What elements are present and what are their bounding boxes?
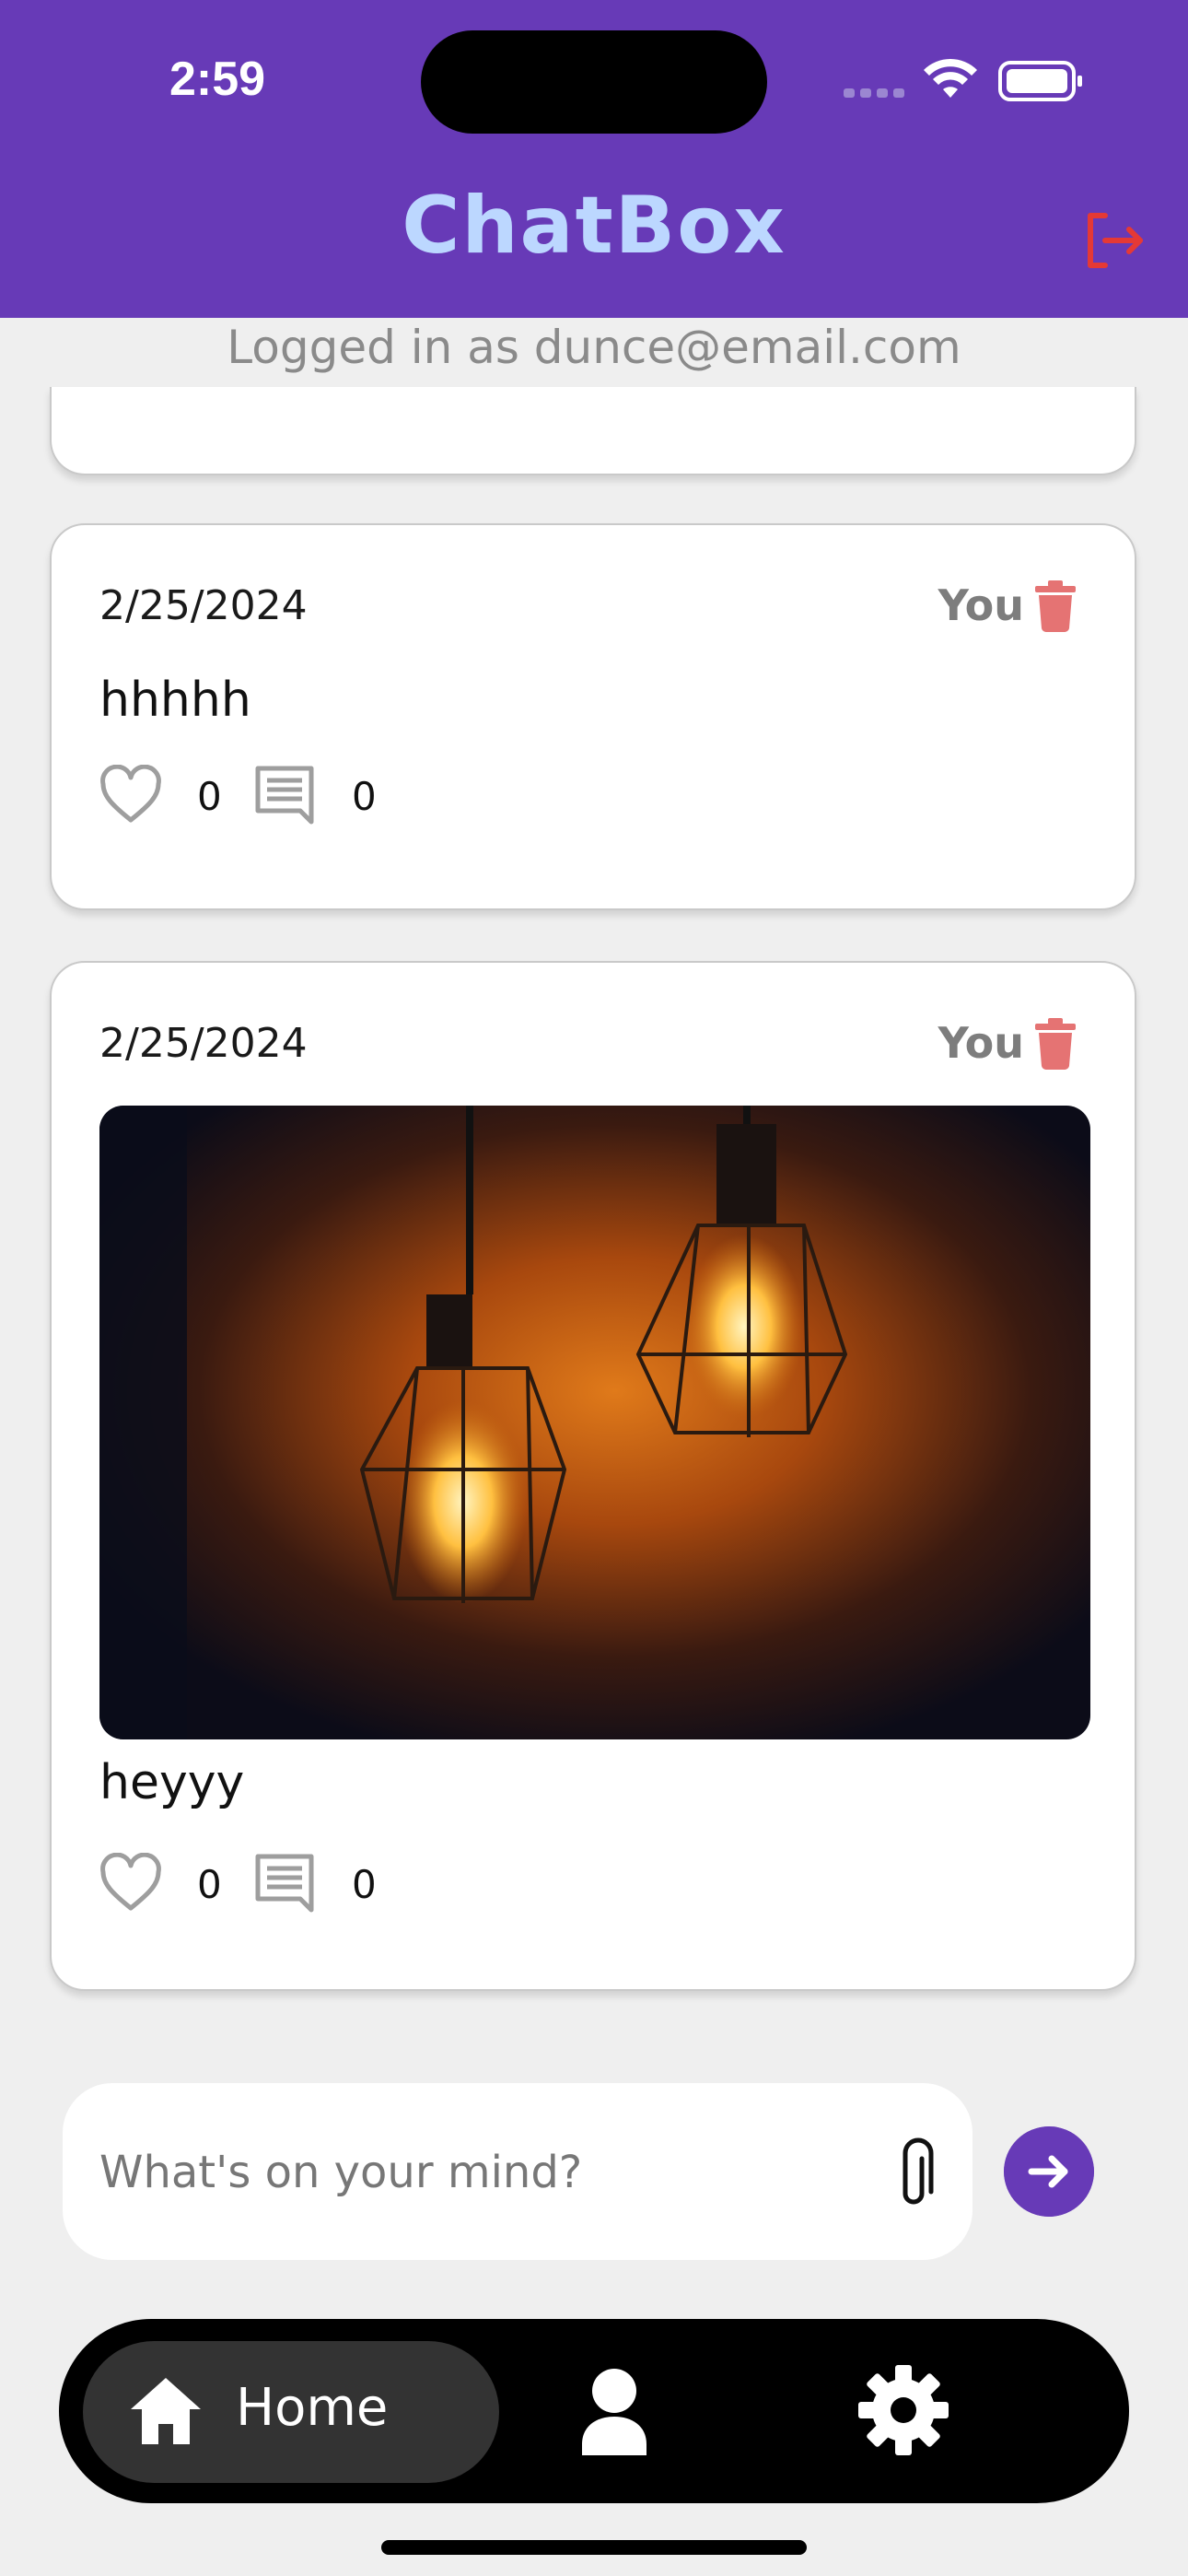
nav-home-label: Home — [236, 2378, 389, 2438]
battery-icon — [998, 61, 1082, 101]
post-image — [99, 1106, 1090, 1739]
post-date: 2/25/2024 — [99, 582, 308, 629]
like-count: 0 — [197, 774, 222, 819]
post-actions: 0 0 — [99, 765, 468, 829]
comment-count: 0 — [352, 774, 377, 819]
comment-count: 0 — [352, 1862, 377, 1907]
post-text: hhhhh — [99, 673, 251, 728]
profile-icon — [582, 2369, 646, 2455]
like-count: 0 — [197, 1862, 222, 1907]
signal-icon — [844, 88, 904, 98]
nav-home-tab[interactable]: Home — [83, 2341, 499, 2483]
trash-icon — [1035, 1018, 1076, 1070]
delete-post-button[interactable] — [1035, 580, 1076, 632]
post-input[interactable] — [98, 2135, 875, 2210]
home-indicator — [381, 2540, 807, 2555]
post-card: 2/25/2024 You hhhhh 0 0 — [50, 523, 1136, 910]
status-icons — [844, 58, 1082, 101]
nav-profile-tab[interactable] — [564, 2363, 665, 2459]
status-time: 2:59 — [169, 53, 266, 106]
post-author: You — [938, 1018, 1024, 1068]
like-button[interactable] — [99, 765, 162, 825]
home-icon — [131, 2378, 201, 2444]
post-card-partial — [50, 387, 1136, 475]
heart-icon — [100, 765, 161, 823]
post-card: 2/25/2024 You heyyy 0 0 — [50, 961, 1136, 1991]
wifi-icon — [924, 58, 977, 98]
composer — [63, 2083, 973, 2260]
post-date: 2/25/2024 — [99, 1020, 308, 1067]
comment-button[interactable] — [254, 1853, 315, 1914]
logged-in-label: Logged in as dunce@email.com — [227, 321, 961, 374]
bottom-nav: Home — [59, 2319, 1129, 2503]
send-button[interactable] — [1004, 2126, 1094, 2217]
logout-icon — [1088, 213, 1143, 268]
comment-icon — [255, 1854, 314, 1913]
comment-icon — [255, 766, 314, 825]
comment-button[interactable] — [254, 765, 315, 825]
post-author: You — [938, 580, 1024, 630]
trash-icon — [1035, 580, 1076, 632]
app-header: 2:59 ChatBox — [0, 0, 1188, 318]
delete-post-button[interactable] — [1035, 1018, 1076, 1070]
like-button[interactable] — [99, 1853, 162, 1914]
attach-button[interactable] — [885, 2137, 949, 2210]
paperclip-icon — [903, 2137, 934, 2205]
dynamic-island — [421, 30, 767, 134]
app-title: ChatBox — [402, 180, 786, 272]
logout-button[interactable] — [1083, 208, 1147, 273]
nav-settings-tab[interactable] — [853, 2359, 954, 2461]
post-actions: 0 0 — [99, 1853, 468, 1917]
heart-icon — [100, 1853, 161, 1911]
post-text: heyyy — [99, 1755, 245, 1810]
